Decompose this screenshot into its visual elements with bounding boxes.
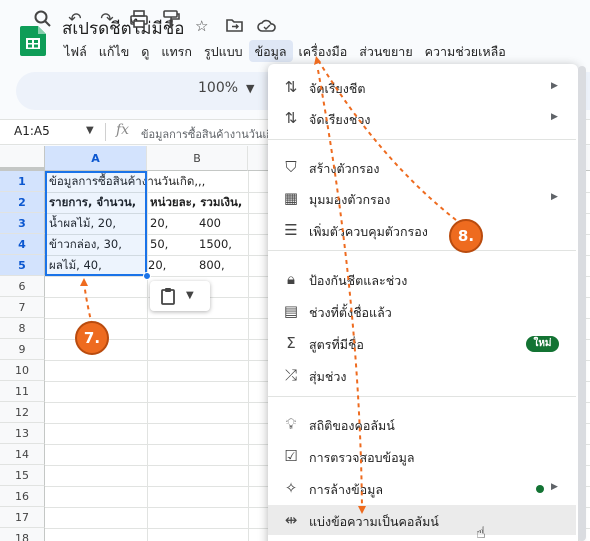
menu-item-label: แบ่งข้อความเป็นคอลัมน์ [309,514,439,529]
search-icon[interactable] [32,8,54,30]
menu-item-label: ป้องกันชีตและช่วง [309,273,408,288]
fill-handle[interactable] [143,272,151,280]
cell-b5-value[interactable]: 800, [196,255,225,276]
data-validation-icon: ☑ [284,447,298,465]
menu-scrollbar[interactable] [578,66,586,541]
cell-b2[interactable]: หน่วยละ, รวมเงิน, [147,192,242,213]
menu-item-label: สถิติของคอลัมน์ [309,418,395,433]
menu-bar: ไฟล์ แก้ไข ดู แทรก รูปแบบ ข้อมูล เครื่อง… [58,40,512,62]
lock-icon: 🔒︎ [287,270,295,288]
menu-item-label: สูตรที่มีชื่อ [309,337,364,352]
column-header-a[interactable]: A [45,146,147,171]
row-header-16[interactable]: 16 [0,486,45,507]
clipboard-icon[interactable] [160,287,176,305]
new-indicator-dot [536,485,544,493]
menu-item-label: ช่วงที่ตั้งชื่อแล้ว [309,305,392,320]
row-header-9[interactable]: 9 [0,339,45,360]
magic-wand-icon: ✧ [284,479,298,497]
column-header-b[interactable]: B [147,146,248,171]
cell-b4-value[interactable]: 1500, [196,234,232,255]
filter-views-icon: ▦ [283,189,299,207]
row-header-13[interactable]: 13 [0,423,45,444]
row-header-18[interactable]: 18 [0,528,45,541]
new-badge: ใหม่ [526,336,559,352]
zoom-caret-icon[interactable]: ▼ [246,82,254,95]
selection-range [45,171,147,276]
submenu-arrow-icon: ▶ [551,482,558,492]
shuffle-icon: ⤮ [284,366,297,384]
menu-item-label: จัดเรียงช่วง [309,112,371,127]
submenu-arrow-icon: ▶ [551,81,558,91]
row-header-12[interactable]: 12 [0,402,45,423]
filter-icon: ⛉ [285,158,297,176]
menu-format[interactable]: รูปแบบ [198,40,249,62]
row-header-7[interactable]: 7 [0,297,45,318]
menu-item-label: เพิ่มตัวควบคุมตัวกรอง [309,224,428,239]
menu-item-label: จัดเรียงชีต [309,81,366,96]
paste-caret-icon[interactable]: ▼ [186,290,194,301]
row-header-2[interactable]: 2 [0,192,45,213]
paint-format-icon[interactable] [160,8,182,30]
menu-tools[interactable]: เครื่องมือ [293,40,354,62]
menu-item-label: มุมมองตัวกรอง [309,192,391,207]
print-icon[interactable] [128,8,150,30]
row-header-5[interactable]: 5 [0,255,45,276]
menu-separator [268,139,576,140]
row-header-6[interactable]: 6 [0,276,45,297]
name-box-caret-icon[interactable]: ▼ [86,125,94,136]
menu-extensions[interactable]: ส่วนขยาย [353,40,418,62]
sort-range-icon: ⇅ [284,109,298,127]
menu-item-label: การตรวจสอบข้อมูล [309,450,415,465]
zoom-select[interactable]: 100% [198,80,238,96]
cell-b3-value[interactable]: 400 [196,213,221,234]
formula-input[interactable]: ข้อมูลการซื้อสินค้างานวันเกิด [141,125,269,143]
menu-separator [268,396,576,397]
menu-file[interactable]: ไฟล์ [58,40,93,62]
split-columns-icon: ⇹ [284,511,298,529]
grid-column-line [248,171,249,541]
menu-data[interactable]: ข้อมูล [248,40,293,62]
redo-icon[interactable]: ↷ [96,8,118,30]
submenu-arrow-icon: ▶ [551,112,558,122]
lightbulb-icon: 💡︎ [285,415,297,433]
menu-help[interactable]: ความช่วยเหลือ [419,40,512,62]
filter-controls-icon: ☰ [284,221,298,239]
submenu-arrow-icon: ▶ [551,192,558,202]
row-header-17[interactable]: 17 [0,507,45,528]
row-header-8[interactable]: 8 [0,318,45,339]
app-window: สเปรดชีตไม่มีชื่อ ☆ ไฟล์ แก้ไข ดู แทรก ร… [0,0,590,541]
sigma-icon: Σ [286,334,296,352]
row-header-14[interactable]: 14 [0,444,45,465]
menu-edit[interactable]: แก้ไข [93,40,135,62]
cloud-status-icon[interactable] [257,19,277,33]
fx-icon: fx [116,122,130,138]
row-header-11[interactable]: 11 [0,381,45,402]
menu-view[interactable]: ดู [135,40,155,62]
named-ranges-icon: ▤ [283,302,299,320]
hand-cursor-icon: ☝ [476,523,486,541]
menu-separator [268,250,576,251]
move-to-folder-icon[interactable] [226,18,244,33]
name-box[interactable]: A1:A5 [14,124,50,138]
menu-item-label: การล้างข้อมูล [309,482,384,497]
menu-item-label: สุ่มช่วง [309,369,347,384]
row-header-1[interactable]: 1 [0,171,45,192]
sort-icon: ⇅ [284,78,298,96]
undo-icon[interactable]: ↶ [64,8,86,30]
cell-b4[interactable]: 50, [147,234,168,255]
row-header-4[interactable]: 4 [0,234,45,255]
annotation-step-8: 8. [449,219,483,253]
menu-insert[interactable]: แทรก [155,40,198,62]
formula-divider [105,123,106,141]
row-header-3[interactable]: 3 [0,213,45,234]
menu-item-label: สร้างตัวกรอง [309,161,380,176]
row-header-10[interactable]: 10 [0,360,45,381]
row-header-15[interactable]: 15 [0,465,45,486]
cell-b3[interactable]: 20, [147,213,168,234]
paste-options-button[interactable] [150,281,210,311]
annotation-step-7: 7. [75,321,109,355]
star-icon[interactable]: ☆ [195,17,208,35]
select-all-corner[interactable] [0,146,45,171]
